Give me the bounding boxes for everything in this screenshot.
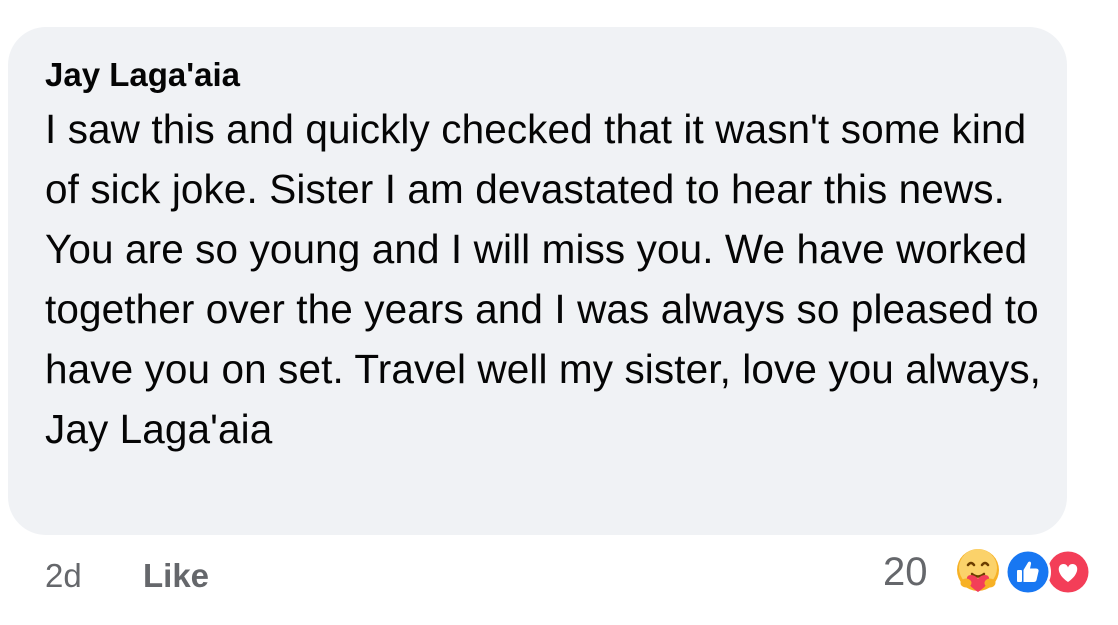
comment-bubble: Jay Laga'aia I saw this and quickly chec… — [8, 27, 1067, 535]
comment-body-text: I saw this and quickly checked that it w… — [45, 106, 1042, 452]
care-emoji-icon — [952, 546, 1004, 598]
reaction-count: 20 — [883, 550, 928, 594]
comment-footer: 2d Like 20 — [0, 546, 1118, 608]
comment-timestamp[interactable]: 2d — [45, 556, 82, 596]
like-button[interactable]: Like — [143, 556, 209, 596]
reactions-summary[interactable]: 20 — [880, 546, 1095, 600]
comment-author-name[interactable]: Jay Laga'aia — [45, 55, 1031, 95]
like-thumb-icon — [1004, 548, 1052, 596]
